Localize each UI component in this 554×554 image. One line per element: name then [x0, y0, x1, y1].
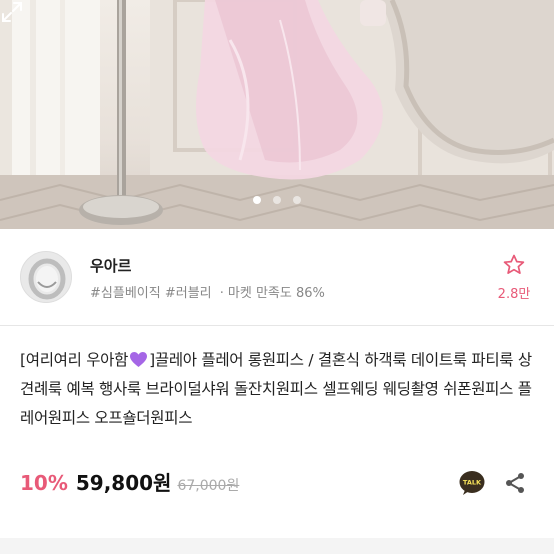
gallery-dot[interactable] — [253, 196, 261, 204]
market-satisfaction: 마켓 만족도 86% — [227, 286, 325, 301]
product-photo — [0, 0, 554, 229]
original-price: 67,000원 — [177, 478, 240, 494]
discount-rate: 10% — [20, 471, 68, 495]
star-icon — [503, 254, 525, 274]
share-icon[interactable] — [504, 472, 526, 494]
shop-meta: #심플베이직 #러블리 · 마켓 만족도 86% — [90, 282, 325, 301]
purple-heart-icon — [130, 351, 148, 368]
section-divider — [0, 325, 554, 326]
shop-info: 우아르 #심플베이직 #러블리 · 마켓 만족도 86% 2.8만 — [0, 229, 554, 325]
talk-label: TALK — [463, 479, 482, 487]
like-button[interactable]: 2.8만 — [490, 253, 538, 302]
shop-tag[interactable]: #심플베이직 — [90, 286, 161, 301]
expand-icon[interactable] — [0, 0, 24, 24]
meta-separator: · — [219, 286, 224, 301]
gallery-pagination[interactable] — [0, 196, 554, 204]
kakao-talk-icon[interactable]: TALK — [459, 470, 485, 496]
shop-avatar[interactable] — [20, 251, 72, 303]
title-prefix: [여리여리 우아함 — [20, 351, 129, 369]
price-row: 10% 59,800원 67,000원 — [20, 467, 239, 497]
product-image-gallery[interactable] — [0, 0, 554, 229]
shop-name[interactable]: 우아르 — [90, 255, 131, 276]
section-gap — [0, 538, 554, 554]
shop-tag[interactable]: #러블리 — [165, 286, 212, 301]
product-title: [여리여리 우아함]끌레아 플레어 롱원피스 / 결혼식 하객룩 데이트룩 파티… — [20, 346, 540, 433]
sale-price: 59,800원 — [75, 471, 172, 495]
like-count: 2.8만 — [497, 287, 531, 302]
gallery-dot[interactable] — [293, 196, 301, 204]
gallery-dot[interactable] — [273, 196, 281, 204]
